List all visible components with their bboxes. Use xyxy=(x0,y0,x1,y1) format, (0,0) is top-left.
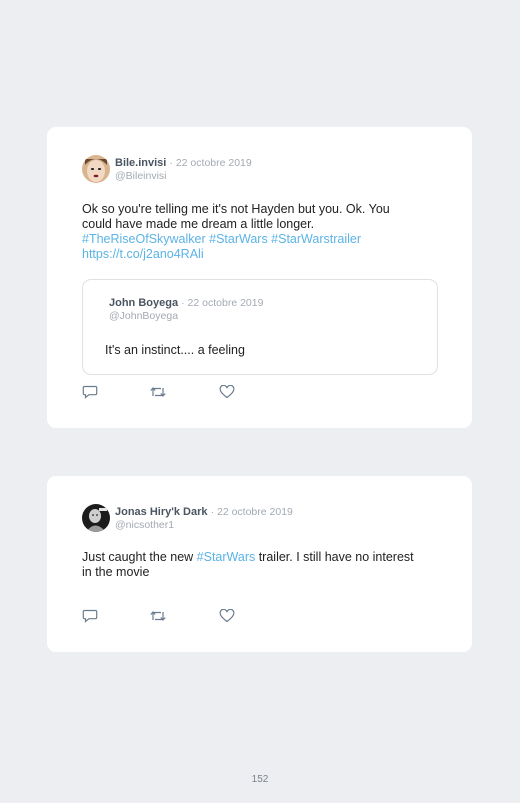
quoted-tweet-text: It's an instinct.... a feeling xyxy=(105,343,245,357)
tweet-text-line: Ok so you're telling me it's not Hayden … xyxy=(82,202,390,216)
quoted-tweet-header: John Boyega · 22 octobre 2019 xyxy=(109,297,263,310)
tweet-card-1: Bile.invisi · 22 octobre 2019 @Bileinvis… xyxy=(47,127,472,428)
quoted-tweet-date[interactable]: · 22 octobre 2019 xyxy=(181,297,263,309)
quoted-author-name[interactable]: John Boyega xyxy=(109,297,178,309)
tweet-header: Jonas Hiry'k Dark · 22 octobre 2019 xyxy=(115,506,293,519)
reply-icon[interactable] xyxy=(82,609,98,623)
reply-icon[interactable] xyxy=(82,385,98,399)
tweet-actions xyxy=(82,609,242,625)
quoted-tweet[interactable]: John Boyega · 22 octobre 2019 @JohnBoyeg… xyxy=(82,279,438,375)
retweet-icon[interactable] xyxy=(149,609,167,623)
author-name[interactable]: Bile.invisi xyxy=(115,157,166,169)
quoted-author-handle[interactable]: @JohnBoyega xyxy=(109,310,178,322)
hashtags[interactable]: #TheRiseOfSkywalker #StarWars #StarWarst… xyxy=(82,232,422,247)
author-handle[interactable]: @Bileinvisi xyxy=(115,170,167,182)
page-number: 152 xyxy=(251,774,269,785)
like-icon[interactable] xyxy=(219,385,235,399)
tweet-link[interactable]: https://t.co/j2ano4RAli xyxy=(82,247,422,262)
tweet-text-line: Just caught the new #StarWars trailer. I… xyxy=(82,550,442,565)
author-name[interactable]: Jonas Hiry'k Dark xyxy=(115,506,208,518)
tweet-text: Just caught the new #StarWars trailer. I… xyxy=(82,550,442,580)
avatar[interactable] xyxy=(82,155,110,183)
tweet-actions xyxy=(82,385,242,401)
tweet-card-2: Jonas Hiry'k Dark · 22 octobre 2019 @nic… xyxy=(47,476,472,652)
retweet-icon[interactable] xyxy=(149,385,167,399)
avatar[interactable] xyxy=(82,504,110,532)
hashtag[interactable]: #StarWars xyxy=(197,550,256,564)
author-handle[interactable]: @nicsother1 xyxy=(115,519,174,531)
tweet-header: Bile.invisi · 22 octobre 2019 xyxy=(115,157,252,170)
tweet-text-segment: Just caught the new xyxy=(82,550,197,564)
like-icon[interactable] xyxy=(219,609,235,623)
tweet-text-line: could have made me dream a little longer… xyxy=(82,217,315,231)
tweet-text-segment: trailer. I still have no interest xyxy=(255,550,414,564)
tweet-text-line: in the movie xyxy=(82,565,150,579)
tweet-text: Ok so you're telling me it's not Hayden … xyxy=(82,202,422,262)
tweet-date[interactable]: · 22 octobre 2019 xyxy=(169,157,251,169)
tweet-date[interactable]: · 22 octobre 2019 xyxy=(211,506,293,518)
